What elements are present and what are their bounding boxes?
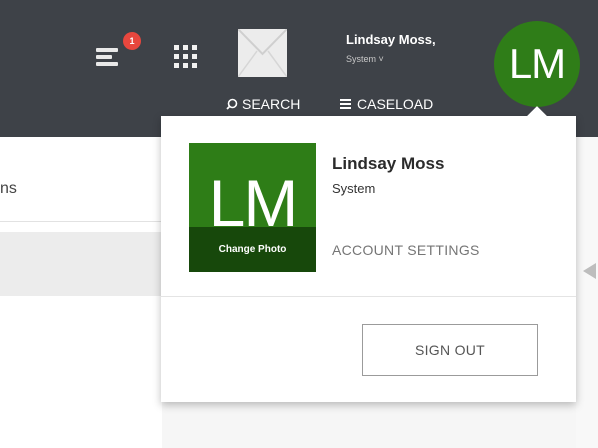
content-row <box>0 232 162 296</box>
sign-out-button[interactable]: SIGN OUT <box>362 324 538 376</box>
tab-partial-label[interactable]: ns <box>0 180 17 198</box>
collapse-arrow-icon[interactable] <box>583 263 596 279</box>
content-divider <box>0 221 162 222</box>
notifications-icon[interactable] <box>96 48 120 68</box>
profile-photo[interactable]: LM Change Photo <box>189 143 316 272</box>
dropdown-divider <box>161 296 576 297</box>
header-user-name: Lindsay Moss, <box>346 32 436 47</box>
avatar[interactable]: LM <box>494 21 580 107</box>
apps-grid-icon[interactable] <box>174 45 198 69</box>
change-photo-button[interactable]: Change Photo <box>189 227 316 272</box>
notification-badge: 1 <box>121 30 143 52</box>
account-settings-link[interactable]: ACCOUNT SETTINGS <box>332 242 480 258</box>
dropdown-user-role: System <box>332 181 376 196</box>
caseload-label: CASELOAD <box>357 96 434 112</box>
caseload-link[interactable]: CASELOAD <box>340 96 433 112</box>
header-user-role-dropdown[interactable]: System ˅ <box>346 54 384 64</box>
search-label: SEARCH <box>242 96 301 112</box>
menu-icon <box>340 99 351 109</box>
search-icon <box>226 98 238 110</box>
mail-icon[interactable] <box>238 29 287 77</box>
dropdown-user-name: Lindsay Moss <box>332 154 445 173</box>
right-panel <box>576 137 598 448</box>
search-link[interactable]: SEARCH <box>226 96 300 112</box>
